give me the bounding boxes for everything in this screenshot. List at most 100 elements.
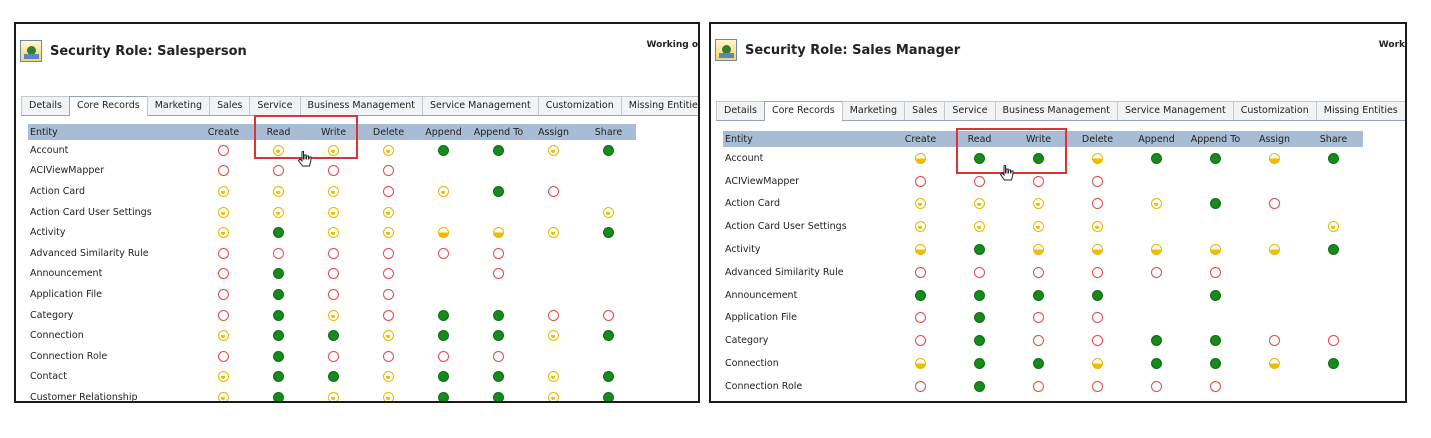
privilege-none-icon[interactable] <box>383 350 394 362</box>
privilege-cell-create[interactable] <box>891 244 950 256</box>
privilege-cell-append-to[interactable] <box>1186 152 1245 164</box>
privilege-user-icon[interactable] <box>1033 221 1044 233</box>
privilege-business-unit-icon[interactable] <box>1210 244 1221 256</box>
privilege-none-icon[interactable] <box>218 247 229 259</box>
privilege-cell-read[interactable] <box>251 350 306 362</box>
privilege-none-icon[interactable] <box>1033 175 1044 187</box>
privilege-user-icon[interactable] <box>438 185 449 197</box>
privilege-cell-append-to[interactable] <box>471 330 526 342</box>
privilege-none-icon[interactable] <box>218 350 229 362</box>
privilege-user-icon[interactable] <box>218 330 229 342</box>
privilege-cell-write[interactable] <box>306 371 361 383</box>
tab-sales[interactable]: Sales <box>904 101 946 120</box>
privilege-user-icon[interactable] <box>273 206 284 218</box>
privilege-cell-share[interactable] <box>1304 358 1363 370</box>
privilege-cell-create[interactable] <box>196 288 251 300</box>
privilege-organization-icon[interactable] <box>438 371 449 383</box>
privilege-cell-read[interactable] <box>950 312 1009 324</box>
privilege-cell-append-to[interactable] <box>471 227 526 239</box>
privilege-organization-icon[interactable] <box>493 144 504 156</box>
privilege-none-icon[interactable] <box>383 309 394 321</box>
privilege-cell-share[interactable] <box>581 206 636 218</box>
privilege-cell-create[interactable] <box>891 175 950 187</box>
privilege-none-icon[interactable] <box>218 288 229 300</box>
privilege-cell-append[interactable] <box>1127 335 1186 347</box>
privilege-none-icon[interactable] <box>915 175 926 187</box>
privilege-cell-create[interactable] <box>891 152 950 164</box>
privilege-business-unit-icon[interactable] <box>915 244 926 256</box>
privilege-cell-create[interactable] <box>196 268 251 280</box>
privilege-cell-append-to[interactable] <box>471 350 526 362</box>
privilege-cell-create[interactable] <box>891 380 950 392</box>
privilege-none-icon[interactable] <box>1033 266 1044 278</box>
privilege-organization-icon[interactable] <box>328 371 339 383</box>
privilege-user-icon[interactable] <box>383 371 394 383</box>
privilege-none-icon[interactable] <box>383 247 394 259</box>
privilege-organization-icon[interactable] <box>273 309 284 321</box>
privilege-organization-icon[interactable] <box>915 289 926 301</box>
privilege-none-icon[interactable] <box>328 268 339 280</box>
privilege-organization-icon[interactable] <box>438 144 449 156</box>
privilege-cell-create[interactable] <box>196 206 251 218</box>
privilege-cell-append[interactable] <box>416 309 471 321</box>
privilege-none-icon[interactable] <box>1269 198 1280 210</box>
privilege-cell-delete[interactable] <box>361 227 416 239</box>
privilege-none-icon[interactable] <box>273 247 284 259</box>
privilege-none-icon[interactable] <box>915 266 926 278</box>
privilege-user-icon[interactable] <box>218 206 229 218</box>
privilege-cell-append-to[interactable] <box>1186 289 1245 301</box>
privilege-business-unit-icon[interactable] <box>915 152 926 164</box>
privilege-none-icon[interactable] <box>438 247 449 259</box>
privilege-cell-assign[interactable] <box>1245 152 1304 164</box>
privilege-cell-write[interactable] <box>306 165 361 177</box>
privilege-none-icon[interactable] <box>548 309 559 321</box>
privilege-cell-delete[interactable] <box>1068 335 1127 347</box>
privilege-none-icon[interactable] <box>383 268 394 280</box>
privilege-cell-append[interactable] <box>1127 244 1186 256</box>
privilege-cell-share[interactable] <box>581 330 636 342</box>
privilege-user-icon[interactable] <box>1033 198 1044 210</box>
privilege-cell-assign[interactable] <box>526 371 581 383</box>
privilege-cell-assign[interactable] <box>526 144 581 156</box>
tab-core-records[interactable]: Core Records <box>68 96 148 116</box>
privilege-user-icon[interactable] <box>915 198 926 210</box>
privilege-user-icon[interactable] <box>383 144 394 156</box>
privilege-cell-append[interactable] <box>1127 266 1186 278</box>
privilege-business-unit-icon[interactable] <box>1092 358 1103 370</box>
tab-customization[interactable]: Customization <box>1232 101 1317 120</box>
privilege-organization-icon[interactable] <box>1210 358 1221 370</box>
privilege-cell-delete[interactable] <box>1068 221 1127 233</box>
privilege-none-icon[interactable] <box>218 165 229 177</box>
privilege-none-icon[interactable] <box>548 185 559 197</box>
privilege-cell-delete[interactable] <box>361 350 416 362</box>
privilege-business-unit-icon[interactable] <box>1151 244 1162 256</box>
privilege-user-icon[interactable] <box>603 206 614 218</box>
tab-business-management[interactable]: Business Management <box>299 96 423 115</box>
privilege-cell-share[interactable] <box>581 391 636 401</box>
privilege-cell-share[interactable] <box>1304 221 1363 233</box>
privilege-none-icon[interactable] <box>328 288 339 300</box>
tab-missing-entities[interactable]: Missing Entities <box>1315 101 1405 120</box>
privilege-cell-assign[interactable] <box>526 227 581 239</box>
privilege-cell-append-to[interactable] <box>471 144 526 156</box>
privilege-cell-write[interactable] <box>1009 198 1068 210</box>
privilege-user-icon[interactable] <box>328 227 339 239</box>
privilege-user-icon[interactable] <box>548 144 559 156</box>
privilege-organization-icon[interactable] <box>974 358 985 370</box>
privilege-cell-read[interactable] <box>251 268 306 280</box>
privilege-cell-delete[interactable] <box>1068 312 1127 324</box>
privilege-user-icon[interactable] <box>974 198 985 210</box>
privilege-organization-icon[interactable] <box>273 371 284 383</box>
privilege-cell-delete[interactable] <box>361 165 416 177</box>
privilege-cell-create[interactable] <box>891 312 950 324</box>
privilege-none-icon[interactable] <box>915 380 926 392</box>
tab-sales[interactable]: Sales <box>209 96 251 115</box>
privilege-cell-assign[interactable] <box>1245 244 1304 256</box>
privilege-none-icon[interactable] <box>1092 198 1103 210</box>
privilege-user-icon[interactable] <box>218 391 229 401</box>
privilege-business-unit-icon[interactable] <box>1092 152 1103 164</box>
privilege-cell-share[interactable] <box>581 144 636 156</box>
privilege-business-unit-icon[interactable] <box>1269 244 1280 256</box>
privilege-organization-icon[interactable] <box>273 350 284 362</box>
privilege-none-icon[interactable] <box>1210 380 1221 392</box>
